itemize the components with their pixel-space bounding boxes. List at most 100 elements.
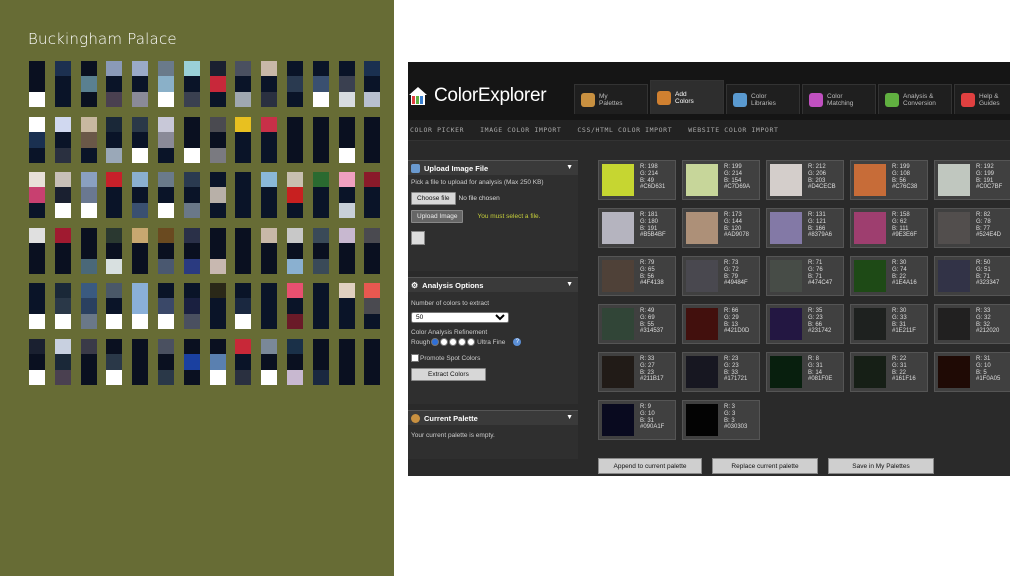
color-swatch-card[interactable]: R: 71 G: 76 B: 71 #474C47: [766, 256, 844, 296]
strip-swatch: [184, 76, 200, 92]
refine-radio-2[interactable]: [440, 338, 449, 346]
refine-radio-1[interactable]: [431, 338, 440, 346]
color-swatch-card[interactable]: R: 30 G: 74 B: 22 #1E4A16: [850, 256, 928, 296]
color-swatch[interactable]: [854, 356, 886, 388]
color-swatch-card[interactable]: R: 50 G: 51 B: 71 #323347: [934, 256, 1010, 296]
color-swatch[interactable]: [854, 260, 886, 292]
strip-swatch: [364, 91, 380, 107]
color-swatch[interactable]: [938, 260, 970, 292]
strip-swatch: [261, 132, 277, 148]
color-swatch-card[interactable]: R: 198 G: 214 B: 49 #C6D631: [598, 160, 676, 200]
action-button-2[interactable]: Replace current palette: [712, 458, 818, 474]
color-swatch-card[interactable]: R: 199 G: 214 B: 154 #C7D69A: [682, 160, 760, 200]
action-button-1[interactable]: Append to current palette: [598, 458, 702, 474]
help-icon[interactable]: ?: [513, 338, 522, 346]
logo[interactable]: ColorExplorer: [408, 84, 547, 108]
tab-color-matching[interactable]: Color Matching: [802, 84, 876, 114]
strip-swatch: [29, 117, 45, 133]
choose-file-button[interactable]: Choose file: [411, 192, 456, 205]
strip-swatch: [158, 76, 174, 92]
num-colors-select[interactable]: 50: [411, 312, 509, 323]
color-swatch[interactable]: [770, 260, 802, 292]
tab-color-libraries[interactable]: Color Libraries: [726, 84, 800, 114]
subnav-item[interactable]: CSS/HTML COLOR IMPORT: [577, 126, 672, 134]
color-swatch-card[interactable]: R: 9 G: 10 B: 31 #090A1F: [598, 400, 676, 440]
extract-colors-button[interactable]: Extract Colors: [411, 368, 486, 381]
color-swatch-card[interactable]: R: 212 G: 206 B: 203 #D4CECB: [766, 160, 844, 200]
color-swatch-card[interactable]: R: 181 G: 180 B: 191 #B5B4BF: [598, 208, 676, 248]
color-strip: [339, 117, 355, 163]
refine-radio-4[interactable]: [458, 338, 467, 346]
logo-house-icon: [408, 85, 428, 107]
strip-swatch: [287, 339, 303, 355]
color-swatch[interactable]: [602, 308, 634, 340]
color-swatch-card[interactable]: R: 35 G: 23 B: 66 #231742: [766, 304, 844, 344]
collapse-arrow-icon[interactable]: ▼: [566, 164, 573, 171]
color-swatch-card[interactable]: R: 158 G: 62 B: 111 #9E3E6F: [850, 208, 928, 248]
color-swatch[interactable]: [770, 356, 802, 388]
color-swatch[interactable]: [938, 164, 970, 196]
color-swatch-card[interactable]: R: 82 G: 78 B: 77 #524E4D: [934, 208, 1010, 248]
tab-help-guides[interactable]: Help & Guides: [954, 84, 1010, 114]
color-swatch-card[interactable]: R: 22 G: 31 B: 22 #161F16: [850, 352, 928, 392]
collapse-arrow-icon[interactable]: ▼: [566, 281, 573, 288]
color-swatch[interactable]: [770, 308, 802, 340]
tab-add-colors[interactable]: Add Colors: [650, 80, 724, 114]
color-swatch-card[interactable]: R: 73 G: 72 B: 79 #49484F: [682, 256, 760, 296]
color-swatch-card[interactable]: R: 79 G: 65 B: 56 #4F4138: [598, 256, 676, 296]
action-button-3[interactable]: Save in My Palettes: [828, 458, 934, 474]
color-swatch[interactable]: [770, 212, 802, 244]
color-swatch[interactable]: [854, 308, 886, 340]
color-swatch[interactable]: [938, 356, 970, 388]
upload-image-button[interactable]: Upload Image: [411, 210, 464, 223]
color-swatch-card[interactable]: R: 192 G: 199 B: 191 #C0C7BF: [934, 160, 1010, 200]
color-swatch[interactable]: [770, 164, 802, 196]
color-swatch[interactable]: [686, 356, 718, 388]
color-swatch[interactable]: [602, 212, 634, 244]
strip-swatch: [158, 339, 174, 355]
color-swatch[interactable]: [602, 404, 634, 436]
color-swatch[interactable]: [938, 212, 970, 244]
color-swatch[interactable]: [854, 212, 886, 244]
color-swatch[interactable]: [602, 260, 634, 292]
color-swatch[interactable]: [854, 164, 886, 196]
strip-swatch: [210, 117, 226, 133]
color-swatch-card[interactable]: R: 31 G: 10 B: 5 #1F0A05: [934, 352, 1010, 392]
color-strip: [210, 339, 226, 385]
color-swatch-card[interactable]: R: 49 G: 69 B: 55 #314537: [598, 304, 676, 344]
color-swatch-card[interactable]: R: 33 G: 27 B: 23 #211B17: [598, 352, 676, 392]
color-swatch-card[interactable]: R: 3 G: 3 B: 3 #030303: [682, 400, 760, 440]
tab-my-palettes[interactable]: My Palettes: [574, 84, 648, 114]
analysis-panel-header[interactable]: ⚙ Analysis Options ▼: [408, 277, 578, 292]
color-swatch[interactable]: [938, 308, 970, 340]
collapse-arrow-icon[interactable]: ▼: [566, 414, 573, 421]
color-swatch-card[interactable]: R: 8 G: 31 B: 14 #081F0E: [766, 352, 844, 392]
color-swatch-card[interactable]: R: 131 G: 121 B: 166 #8379A6: [766, 208, 844, 248]
color-swatch[interactable]: [686, 212, 718, 244]
color-swatch-card[interactable]: R: 66 G: 29 B: 13 #421D0D: [682, 304, 760, 344]
subnav-item[interactable]: WEBSITE COLOR IMPORT: [688, 126, 778, 134]
color-swatch[interactable]: [602, 164, 634, 196]
color-swatch[interactable]: [686, 308, 718, 340]
color-swatch[interactable]: [686, 164, 718, 196]
strip-swatch: [29, 132, 45, 148]
subnav-item[interactable]: IMAGE COLOR IMPORT: [480, 126, 561, 134]
color-swatch-card[interactable]: R: 199 G: 108 B: 56 #C76C38: [850, 160, 928, 200]
strip-swatch: [339, 313, 355, 329]
refine-radio-3[interactable]: [449, 338, 458, 346]
upload-panel-header[interactable]: Upload Image File ▼: [408, 160, 578, 175]
color-swatch-card[interactable]: R: 30 G: 33 B: 31 #1E211F: [850, 304, 928, 344]
color-swatch[interactable]: [602, 356, 634, 388]
color-swatch[interactable]: [686, 404, 718, 436]
palette-panel-header[interactable]: Current Palette ▼: [408, 410, 578, 425]
promote-spot-checkbox[interactable]: [411, 354, 419, 362]
color-swatch[interactable]: [686, 260, 718, 292]
color-swatch-card[interactable]: R: 173 G: 144 B: 120 #AD9078: [682, 208, 760, 248]
swatch-value-b: B: 191: [640, 225, 658, 232]
subnav-item[interactable]: COLOR PICKER: [410, 126, 464, 134]
strip-swatch: [132, 313, 148, 329]
tab-analysis-conversion[interactable]: Analysis & Conversion: [878, 84, 952, 114]
refine-radio-5[interactable]: [467, 338, 476, 346]
color-swatch-card[interactable]: R: 33 G: 32 B: 32 #212020: [934, 304, 1010, 344]
color-swatch-card[interactable]: R: 23 G: 23 B: 33 #171721: [682, 352, 760, 392]
